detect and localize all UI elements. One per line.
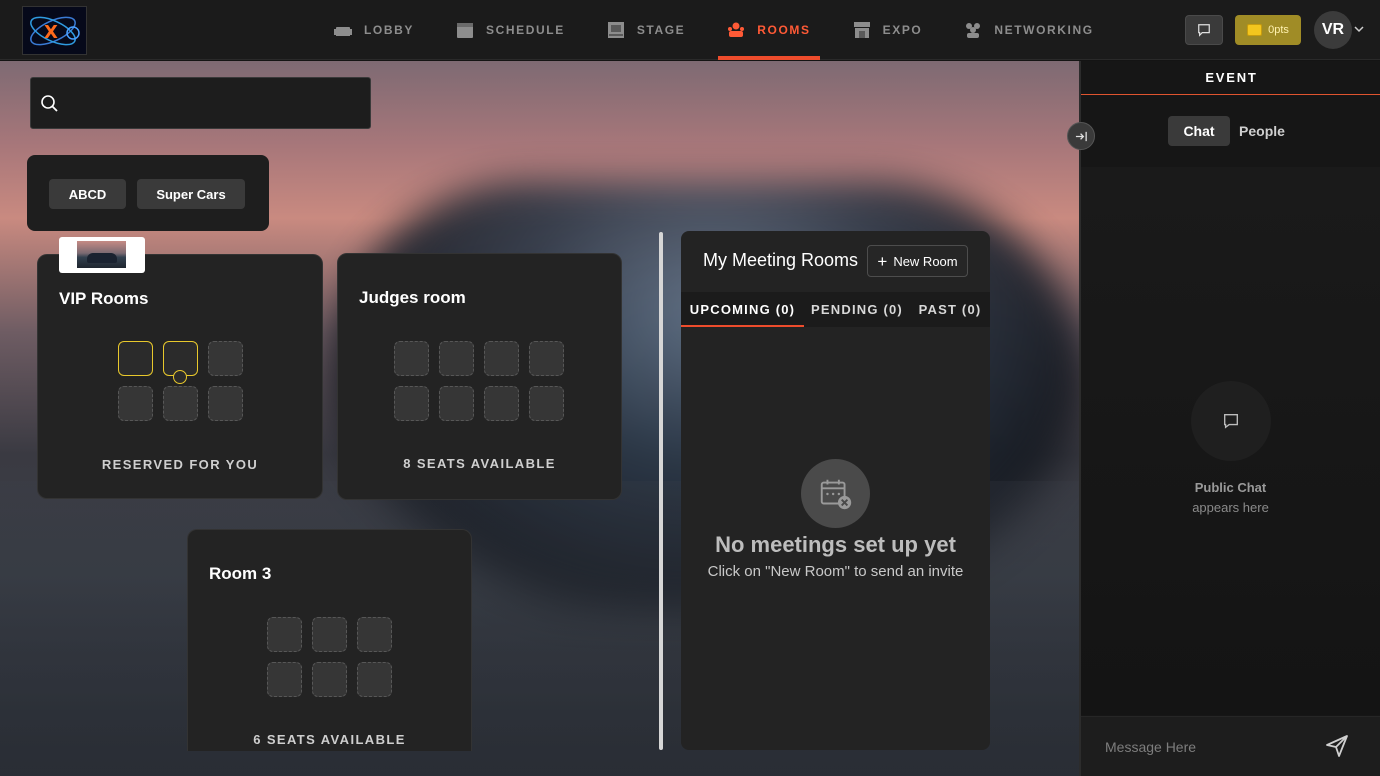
- room-status: 8 SEATS AVAILABLE: [403, 456, 556, 471]
- seat-empty[interactable]: [208, 341, 243, 376]
- seat-empty[interactable]: [357, 617, 392, 652]
- room-card-vip[interactable]: VIP Rooms RESERVED FOR YOU: [37, 254, 323, 499]
- room-thumbnail-image: [59, 237, 145, 273]
- nav-lobby-label: LOBBY: [364, 23, 414, 37]
- send-icon[interactable]: [1325, 734, 1349, 758]
- seat-empty[interactable]: [118, 386, 153, 421]
- svg-text:X: X: [44, 22, 58, 43]
- seat-empty[interactable]: [208, 386, 243, 421]
- empty-state-subtitle: Click on "New Room" to send an invite: [707, 563, 964, 580]
- room-title: Room 3: [209, 564, 272, 583]
- tab-chat[interactable]: Chat: [1168, 116, 1230, 146]
- meeting-tabs: UPCOMING (0) PENDING (0) PAST (0): [681, 292, 990, 327]
- seat-reserved[interactable]: [118, 341, 153, 376]
- search-icon: [41, 95, 58, 112]
- public-chat-subtitle: appears here: [1192, 500, 1269, 515]
- calendar-cancel-icon: [801, 459, 870, 528]
- people-icon: [964, 21, 982, 39]
- booth-icon: [853, 21, 871, 39]
- room-title: Judges room: [359, 288, 466, 307]
- collapse-arrow-icon: [1075, 131, 1087, 141]
- seat-reserved[interactable]: [163, 341, 198, 384]
- plus-icon: +: [877, 251, 888, 271]
- tab-people[interactable]: People: [1236, 116, 1288, 146]
- nav-networking-label: NETWORKING: [994, 23, 1094, 37]
- search-input[interactable]: [71, 88, 361, 120]
- nav-rooms[interactable]: ROOMS: [718, 0, 820, 60]
- stage-icon: [607, 21, 625, 39]
- nav-lobby[interactable]: LOBBY: [330, 0, 418, 60]
- tab-past[interactable]: PAST (0): [910, 292, 990, 327]
- seat-empty[interactable]: [484, 386, 519, 421]
- sofa-icon: [334, 21, 352, 39]
- seat-empty[interactable]: [439, 386, 474, 421]
- nav-stage[interactable]: STAGE: [603, 0, 689, 60]
- room-status: 6 SEATS AVAILABLE: [253, 732, 406, 747]
- event-sidebar: EVENT Chat People Public Chat appears he…: [1079, 61, 1380, 776]
- public-chat-title: Public Chat: [1194, 480, 1267, 495]
- chat-toggle-button[interactable]: [1185, 15, 1223, 45]
- seat-empty[interactable]: [163, 386, 198, 421]
- calendar-icon: [456, 21, 474, 39]
- seat-empty[interactable]: [529, 386, 564, 421]
- message-composer: [1081, 716, 1380, 776]
- nav-expo-label: EXPO: [882, 23, 923, 37]
- room-card-room-3[interactable]: Room 3 6 SEATS AVAILABLE: [187, 529, 472, 751]
- user-seat-icon: [173, 370, 187, 384]
- sidebar-header: EVENT: [1081, 61, 1380, 95]
- avatar-initials: VR: [1321, 21, 1345, 38]
- seat-empty[interactable]: [394, 386, 429, 421]
- empty-state-title: No meetings set up yet: [715, 532, 956, 557]
- coins-icon: [1247, 24, 1263, 36]
- event-logo[interactable]: X: [22, 6, 87, 55]
- seat-empty[interactable]: [267, 617, 302, 652]
- user-avatar[interactable]: VR: [1314, 11, 1352, 49]
- seat-empty[interactable]: [439, 341, 474, 376]
- seat-empty[interactable]: [529, 341, 564, 376]
- meeting-rooms-title: My Meeting Rooms: [703, 250, 859, 270]
- nav-schedule-label: SCHEDULE: [486, 23, 565, 37]
- chat-icon: [1191, 381, 1271, 461]
- nav-schedule[interactable]: SCHEDULE: [452, 0, 569, 60]
- room-filters: ABCD Super Cars: [27, 155, 269, 231]
- main-nav: LOBBY SCHEDULE STAGE ROOMS EXPO NETWORKI…: [330, 0, 1132, 60]
- filter-chip-abcd[interactable]: ABCD: [49, 179, 126, 209]
- room-status: RESERVED FOR YOU: [101, 457, 259, 472]
- seat-empty[interactable]: [267, 662, 302, 697]
- seat-empty[interactable]: [394, 341, 429, 376]
- chevron-down-icon[interactable]: [1354, 24, 1364, 34]
- nav-stage-label: STAGE: [636, 23, 686, 37]
- search-box: [30, 77, 371, 129]
- filter-chip-super-cars[interactable]: Super Cars: [137, 179, 245, 209]
- my-meeting-rooms-panel: My Meeting Rooms + New Room UPCOMING (0)…: [681, 231, 990, 750]
- points-label: 0pts: [1268, 24, 1289, 36]
- new-room-button[interactable]: + New Room: [867, 245, 968, 277]
- message-input[interactable]: [1105, 735, 1305, 759]
- room-title: VIP Rooms: [59, 289, 149, 308]
- nav-expo[interactable]: EXPO: [849, 0, 927, 60]
- chat-area: Public Chat appears here: [1081, 167, 1380, 715]
- nav-rooms-label: ROOMS: [757, 23, 811, 37]
- rooms-scrollbar[interactable]: [659, 232, 663, 750]
- chat-bubble-icon: [1198, 24, 1210, 37]
- nav-networking[interactable]: NETWORKING: [960, 0, 1097, 60]
- tab-pending[interactable]: PENDING (0): [804, 292, 910, 327]
- collapse-sidebar-button[interactable]: [1067, 122, 1095, 150]
- seat-empty[interactable]: [357, 662, 392, 697]
- seat-empty[interactable]: [312, 662, 347, 697]
- room-card-judges[interactable]: Judges room 8 SEATS AVAILABLE: [337, 253, 622, 500]
- seat-empty[interactable]: [484, 341, 519, 376]
- top-bar: X LOBBY SCHEDULE STAGE ROOMS EXPO NETWOR…: [0, 0, 1380, 60]
- new-room-label: New Room: [893, 253, 958, 269]
- seat-empty[interactable]: [312, 617, 347, 652]
- points-button[interactable]: 0pts: [1235, 15, 1301, 45]
- rooms-icon: [727, 21, 745, 39]
- tab-upcoming[interactable]: UPCOMING (0): [681, 292, 804, 327]
